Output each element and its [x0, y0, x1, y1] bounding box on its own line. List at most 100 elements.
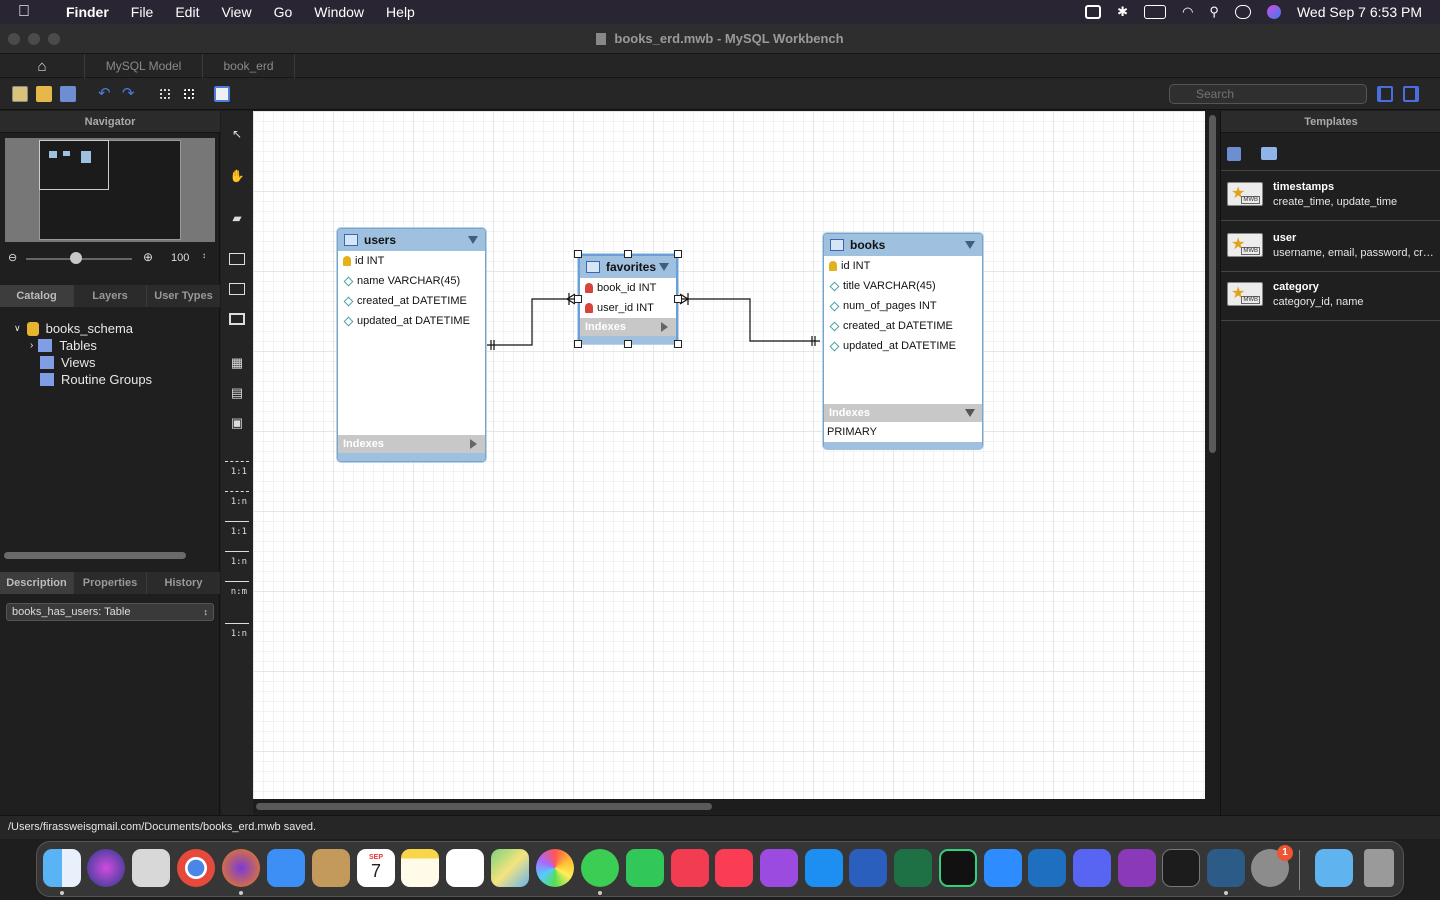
tree-item-routine-groups[interactable]: Routine Groups: [40, 371, 152, 388]
column-row[interactable]: updated_at DATETIME: [824, 336, 982, 356]
resize-handle[interactable]: [674, 250, 682, 258]
column-row[interactable]: id INT: [824, 256, 982, 276]
relationship-1-1-tool[interactable]: 1:1: [225, 457, 249, 479]
resize-handle[interactable]: [624, 340, 632, 348]
expand-icon[interactable]: [661, 322, 668, 332]
photos-icon[interactable]: [536, 849, 574, 887]
tab-description[interactable]: Description: [0, 572, 74, 594]
table-users[interactable]: users id INT name VARCHAR(45) created_at…: [337, 228, 486, 462]
mysql-workbench-icon[interactable]: [1207, 849, 1245, 887]
tab-properties[interactable]: Properties: [74, 572, 147, 594]
trash-icon[interactable]: [1364, 849, 1394, 887]
undo-icon[interactable]: ↶: [98, 84, 114, 102]
resize-handle[interactable]: [574, 340, 582, 348]
column-row[interactable]: name VARCHAR(45): [338, 271, 485, 291]
collapse-icon[interactable]: [965, 409, 975, 417]
table-books[interactable]: books id INT title VARCHAR(45) num_of_pa…: [823, 233, 983, 450]
column-row[interactable]: num_of_pages INT: [824, 296, 982, 316]
column-row[interactable]: created_at DATETIME: [338, 291, 485, 311]
toggle-left-sidebar-icon[interactable]: [1377, 86, 1393, 102]
canvas-vertical-scrollbar[interactable]: [1205, 111, 1220, 799]
menu-go[interactable]: Go: [274, 4, 293, 20]
indexes-bar[interactable]: Indexes: [824, 404, 982, 422]
excel-icon[interactable]: [894, 849, 932, 887]
menu-window[interactable]: Window: [314, 4, 364, 20]
table-header[interactable]: favorites: [580, 256, 676, 278]
news-icon[interactable]: [671, 849, 709, 887]
table-header[interactable]: books: [824, 234, 982, 256]
close-window-button[interactable]: [8, 33, 20, 45]
redo-icon[interactable]: ↷: [122, 84, 138, 102]
wifi-icon[interactable]: ◠: [1182, 4, 1193, 20]
resize-handle[interactable]: [574, 295, 582, 303]
navigator-minimap[interactable]: [5, 138, 215, 242]
zoom-window-button[interactable]: [48, 33, 60, 45]
relationship-n-m-tool[interactable]: n:m: [225, 577, 249, 599]
contacts-icon[interactable]: [312, 849, 350, 887]
calendar-icon[interactable]: SEP 7: [357, 849, 395, 887]
minimize-window-button[interactable]: [28, 33, 40, 45]
minimap-viewport[interactable]: [39, 140, 109, 190]
siri-app-icon[interactable]: [87, 849, 125, 887]
siri-icon[interactable]: [1266, 5, 1281, 19]
relationship-existing-columns-tool[interactable]: 1:n: [225, 619, 249, 641]
reminders-icon[interactable]: [446, 849, 484, 887]
discord-icon[interactable]: [1073, 849, 1111, 887]
object-select[interactable]: books_has_users: Table ↕: [6, 603, 214, 621]
note-tool-icon[interactable]: [229, 283, 245, 295]
canvas-horizontal-scrollbar[interactable]: [253, 799, 1220, 814]
zoom-out-icon[interactable]: ⊖: [8, 251, 17, 264]
tab-catalog[interactable]: Catalog: [0, 285, 74, 307]
zoom-app-icon[interactable]: [984, 849, 1022, 887]
github-desktop-icon[interactable]: [1118, 849, 1156, 887]
vscode-icon[interactable]: [1028, 849, 1066, 887]
spotlight-icon[interactable]: ⚲: [1209, 4, 1219, 20]
tree-item-views[interactable]: Views: [40, 354, 95, 371]
tab-user-types[interactable]: User Types: [147, 285, 220, 307]
column-row[interactable]: user_id INT: [580, 298, 676, 318]
resize-handle[interactable]: [674, 340, 682, 348]
template-item-user[interactable]: ★ MWB user username, email, password, cre…: [1221, 222, 1440, 272]
menu-edit[interactable]: Edit: [175, 4, 199, 20]
table-header[interactable]: users: [338, 229, 485, 251]
resize-handle[interactable]: [674, 295, 682, 303]
pycharm-icon[interactable]: [939, 849, 977, 887]
tree-item-schema[interactable]: ∨ books_schema: [14, 320, 133, 337]
chevron-down-icon[interactable]: ∨: [14, 323, 21, 334]
diagram-canvas[interactable]: users id INT name VARCHAR(45) created_at…: [253, 111, 1205, 799]
notes-icon[interactable]: [401, 849, 439, 887]
routine-group-tool-icon[interactable]: ▣: [229, 415, 245, 431]
maps-icon[interactable]: [491, 849, 529, 887]
menu-app-name[interactable]: Finder: [66, 4, 109, 20]
column-row[interactable]: id INT: [338, 251, 485, 271]
tree-item-tables[interactable]: › Tables: [30, 337, 97, 354]
control-center-icon[interactable]: [1234, 5, 1251, 19]
display-icon[interactable]: [1085, 5, 1102, 19]
open-model-icon[interactable]: [36, 86, 52, 102]
toggle-right-sidebar-icon[interactable]: [1403, 86, 1419, 102]
column-row[interactable]: created_at DATETIME: [824, 316, 982, 336]
collapse-icon[interactable]: [965, 241, 975, 249]
tab-history[interactable]: History: [147, 572, 220, 594]
finder-icon[interactable]: [43, 849, 81, 887]
catalog-scrollbar[interactable]: [4, 552, 186, 559]
align-grid-icon[interactable]: [184, 89, 194, 99]
relationship-1-1-identifying-tool[interactable]: 1:1: [225, 517, 249, 539]
resize-handle[interactable]: [574, 250, 582, 258]
tab-mysql-model[interactable]: MySQL Model: [84, 54, 202, 78]
column-row[interactable]: updated_at DATETIME: [338, 311, 485, 331]
column-row[interactable]: book_id INT: [580, 278, 676, 298]
table-favorites[interactable]: favorites book_id INT user_id INT Indexe…: [578, 254, 678, 344]
template-item-category[interactable]: ★ MWB category category_id, name: [1221, 271, 1440, 321]
hand-tool-icon[interactable]: ✋: [229, 169, 245, 185]
home-tab[interactable]: ⌂: [0, 54, 84, 78]
chevron-right-icon[interactable]: ›: [30, 340, 33, 351]
music-icon[interactable]: [715, 849, 753, 887]
index-row[interactable]: PRIMARY: [824, 422, 982, 442]
downloads-folder-icon[interactable]: [1315, 849, 1353, 887]
relationship-1-n-tool[interactable]: 1:n: [225, 487, 249, 509]
toggle-grid-icon[interactable]: [160, 89, 170, 99]
scrollbar-thumb[interactable]: [256, 803, 712, 810]
new-model-icon[interactable]: [12, 86, 28, 102]
tab-layers[interactable]: Layers: [74, 285, 147, 307]
